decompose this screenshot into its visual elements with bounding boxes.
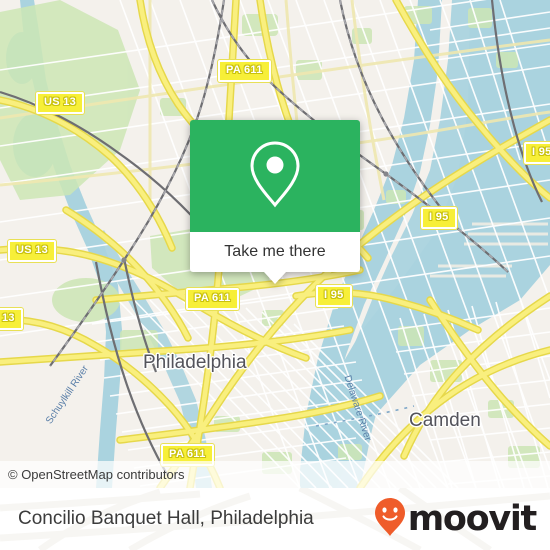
bottom-info-bar: Concilio Banquet Hall, Philadelphia moov… xyxy=(0,488,550,550)
place-label-philadelphia: Philadelphia xyxy=(143,352,247,373)
route-shield-i-95-south: I 95 xyxy=(316,285,352,307)
moovit-logo: moovit xyxy=(374,497,538,542)
popup-image-area xyxy=(190,120,360,232)
route-shield-i-95-east: I 95 xyxy=(524,142,550,164)
moovit-map-screenshot: Philadelphia Camden Delaware River Schuy… xyxy=(0,0,550,550)
take-me-there-label: Take me there xyxy=(224,243,326,260)
route-shield-us-13-west: US 13 xyxy=(8,240,57,262)
route-shield-pa-611-mid: PA 611 xyxy=(186,288,239,310)
moovit-smiley-pin-icon xyxy=(374,497,406,542)
route-shield-pa-611-north: PA 611 xyxy=(218,60,271,82)
popup-action-bar[interactable]: Take me there xyxy=(190,232,360,272)
route-shield-13-edge: 13 xyxy=(0,308,23,330)
popup-pointer-tail xyxy=(264,272,286,284)
moovit-wordmark: moovit xyxy=(407,498,538,539)
route-shield-us-13-north: US 13 xyxy=(36,92,85,114)
map-pin-icon xyxy=(247,139,303,214)
osm-attribution[interactable]: © OpenStreetMap contributors xyxy=(0,461,550,488)
place-label-camden: Camden xyxy=(409,410,481,431)
map-canvas[interactable]: Philadelphia Camden Delaware River Schuy… xyxy=(0,0,550,488)
route-shield-i-95-mid: I 95 xyxy=(421,207,457,229)
location-popup-card[interactable]: Take me there xyxy=(190,120,360,284)
venue-title: Concilio Banquet Hall, Philadelphia xyxy=(18,508,314,529)
